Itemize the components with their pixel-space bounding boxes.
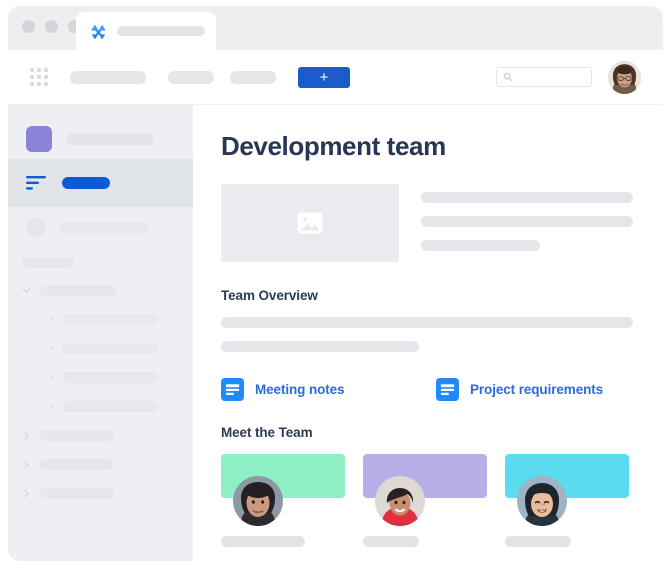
meet-the-team-heading: Meet the Team — [221, 425, 313, 440]
team-member-card[interactable] — [505, 454, 629, 547]
purple-space-square-icon — [26, 126, 52, 152]
sidebar-tree-group-1-label — [40, 285, 116, 296]
sidebar-tree-child-label — [62, 401, 158, 412]
skeleton-line — [421, 216, 633, 227]
sidebar-tree-group-1[interactable] — [8, 276, 193, 305]
image-placeholder-icon — [297, 212, 323, 234]
main-content: Development team Team Overview Meeting n… — [193, 105, 663, 561]
browser-window: + Development team Team Overview Meeting… — [8, 6, 663, 561]
skeleton-line — [221, 317, 633, 328]
avatar — [517, 476, 567, 526]
sidebar-tree-child-label — [62, 372, 158, 383]
document-lines-icon — [221, 378, 244, 401]
sidebar-tree-group-2[interactable] — [8, 421, 193, 450]
sidebar-tree-child-label — [62, 314, 158, 325]
bullet-icon — [50, 347, 53, 350]
traffic-lights — [22, 20, 81, 33]
bullet-icon — [50, 376, 53, 379]
page-title: Development team — [221, 131, 446, 161]
circle-avatar-icon — [26, 217, 46, 237]
list-lines-icon — [26, 176, 46, 190]
sidebar-section-label — [22, 257, 74, 268]
sidebar-item-people[interactable] — [8, 207, 193, 247]
create-button-label: + — [319, 68, 329, 86]
nav-item-2-placeholder[interactable] — [168, 70, 214, 84]
sidebar-lower-group — [8, 207, 193, 508]
sidebar-tree-group-3[interactable] — [8, 450, 193, 479]
bullet-icon — [50, 405, 53, 408]
nav-item-3-placeholder[interactable] — [230, 70, 276, 84]
team-cards — [221, 454, 633, 547]
skeleton-line — [421, 240, 540, 251]
app-toolbar: + — [8, 50, 663, 105]
sidebar-selected-label — [62, 177, 110, 189]
skeleton-line — [421, 192, 633, 203]
image-placeholder — [221, 184, 399, 262]
browser-tab[interactable] — [76, 12, 216, 50]
link-project-requirements-label: Project requirements — [470, 382, 604, 397]
search-input[interactable] — [496, 67, 592, 87]
create-button[interactable]: + — [298, 66, 350, 88]
skeleton-line — [221, 341, 419, 352]
app-body: Development team Team Overview Meeting n… — [8, 105, 663, 561]
sidebar-tree-group-2-label — [40, 430, 114, 441]
grid-apps-icon[interactable] — [30, 68, 48, 86]
close-window-icon[interactable] — [22, 20, 35, 33]
sidebar-tree-child[interactable] — [8, 334, 193, 363]
document-lines-icon — [436, 378, 459, 401]
chevron-right-icon — [24, 460, 30, 469]
sidebar-tree-group-3-label — [40, 459, 114, 470]
hero-text-skeleton — [421, 184, 633, 262]
avatar — [375, 476, 425, 526]
sidebar-tree-child[interactable] — [8, 392, 193, 421]
nav-item-1-placeholder[interactable] — [70, 70, 146, 84]
team-overview-heading: Team Overview — [221, 288, 318, 303]
avatar[interactable] — [608, 60, 641, 94]
link-meeting-notes[interactable]: Meeting notes — [221, 378, 436, 401]
sidebar-item-space[interactable] — [8, 119, 193, 159]
team-member-card[interactable] — [221, 454, 345, 547]
sidebar-tree-group-4-label — [40, 488, 114, 499]
atlassian-x-logo-icon — [90, 23, 107, 40]
sidebar-space-label — [66, 133, 154, 145]
team-member-name — [505, 536, 571, 547]
tab-title-placeholder — [117, 26, 205, 36]
team-member-name — [363, 536, 419, 547]
toolbar-right-group — [496, 60, 641, 94]
sidebar-people-label — [60, 221, 148, 233]
chevron-right-icon — [24, 489, 30, 498]
sidebar-tree-child[interactable] — [8, 305, 193, 334]
sidebar — [8, 105, 193, 561]
team-member-name — [221, 536, 305, 547]
title-bar — [8, 6, 663, 50]
team-member-card[interactable] — [363, 454, 487, 547]
sidebar-item-selected[interactable] — [8, 159, 193, 207]
avatar — [233, 476, 283, 526]
chevron-right-icon — [24, 431, 30, 440]
hero-section — [221, 184, 633, 262]
document-links: Meeting notes Project requirements — [221, 378, 633, 401]
link-meeting-notes-label: Meeting notes — [255, 382, 345, 397]
link-project-requirements[interactable]: Project requirements — [436, 378, 603, 401]
search-icon — [503, 72, 513, 82]
chevron-down-icon — [22, 288, 31, 294]
minimize-window-icon[interactable] — [45, 20, 58, 33]
bullet-icon — [50, 318, 53, 321]
sidebar-tree-group-4[interactable] — [8, 479, 193, 508]
sidebar-tree-child-label — [62, 343, 158, 354]
sidebar-tree-child[interactable] — [8, 363, 193, 392]
